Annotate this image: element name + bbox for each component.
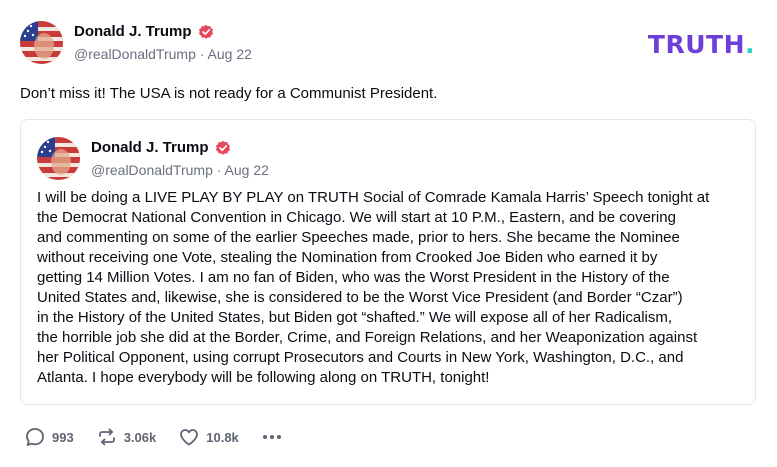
verified-badge-icon [198,24,214,40]
quoted-text-line: and commenting on some of the earlier Sp… [37,229,680,246]
truth-logo[interactable]: TRUTH. [648,30,755,59]
quoted-text-line: in the History of the United States, but… [37,309,673,326]
author-handle-time[interactable]: @realDonaldTrump · Aug 22 [74,46,252,62]
quoted-author-handle-time[interactable]: @realDonaldTrump · Aug 22 [91,162,269,178]
author-name[interactable]: Donald J. Trump [74,23,192,40]
action-bar: 993 3.06k 10.8k [24,426,305,448]
author-avatar[interactable] [20,21,63,64]
retruth-count: 3.06k [123,429,157,445]
quoted-text-line: I will be doing a LIVE PLAY BY PLAY on T… [37,189,710,206]
logo-text: TRUTH [647,30,745,59]
quoted-text-line: the horrible job she did at the Border, … [37,329,698,346]
reply-button[interactable]: 993 [24,426,74,448]
quoted-text-line: the Democrat National Convention in Chic… [37,209,676,226]
quoted-text-line: without receiving one Vote, stealing the… [37,249,658,266]
quoted-text-line: getting 14 Million Votes. I am no fan of… [37,269,670,286]
logo-dot: . [745,30,755,59]
reply-count: 993 [52,429,74,445]
quoted-author-name-row: Donald J. Trump [91,139,231,156]
author-name-row: Donald J. Trump [74,23,214,40]
quoted-text-line: United States and, likewise, she is cons… [37,289,683,306]
like-button[interactable]: 10.8k [178,426,239,448]
quoted-author-name[interactable]: Donald J. Trump [91,139,209,156]
reply-icon [24,426,46,448]
ellipsis-icon [261,426,283,448]
post-text: Don’t miss it! The USA is not ready for … [20,85,438,102]
verified-badge-icon [215,140,231,156]
quoted-text-line: her Political Opponent, using corrupt Pr… [37,349,684,366]
retruth-icon [96,426,118,448]
heart-icon [178,426,200,448]
quoted-post-text: I will be doing a LIVE PLAY BY PLAY on T… [37,188,749,388]
truth-post: Donald J. Trump @realDonaldTrump · Aug 2… [0,0,777,467]
like-count: 10.8k [206,429,239,445]
quoted-text-line: Atlanta. I hope everybody will be follow… [37,369,490,386]
retruth-button[interactable]: 3.06k [96,426,157,448]
more-options-button[interactable] [261,426,283,448]
quoted-author-avatar[interactable] [37,137,80,180]
